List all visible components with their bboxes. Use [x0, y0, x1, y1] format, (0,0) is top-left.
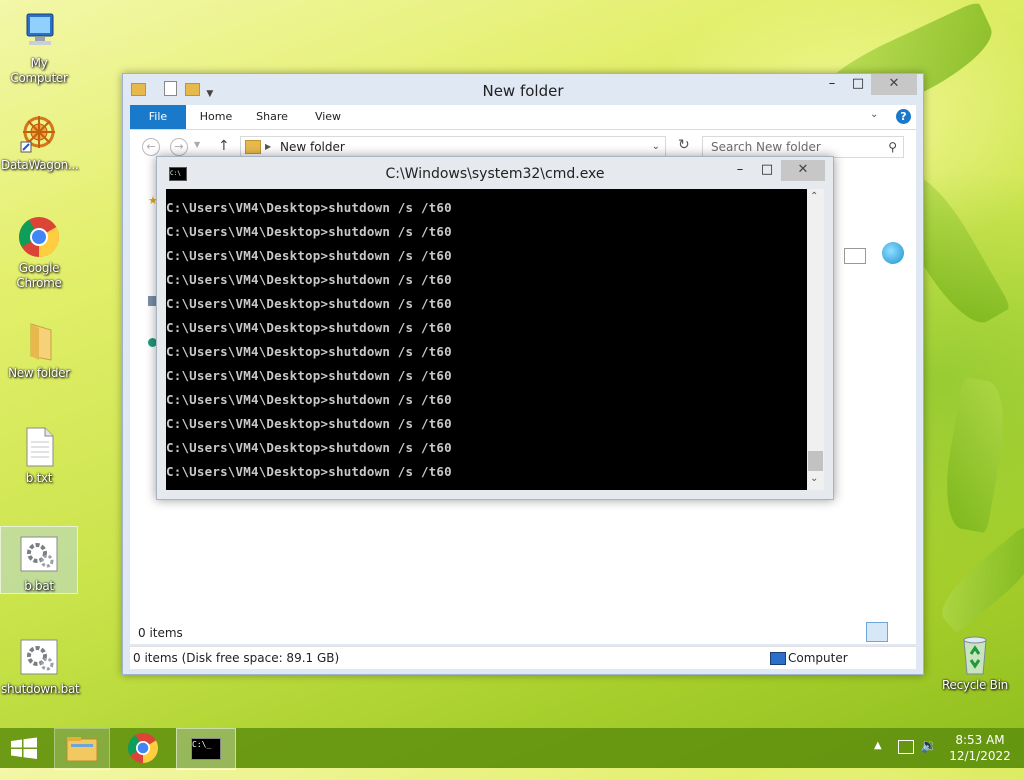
desktop-icon-datawagon[interactable]: DataWagon...	[1, 112, 79, 173]
batch-file-icon	[17, 533, 61, 577]
clock-date: 12/1/2022	[949, 749, 1011, 763]
scroll-down-arrow-icon[interactable]: ⌄	[810, 473, 818, 484]
clock-time: 8:53 AM	[955, 733, 1005, 747]
desktop-icon-google-chrome[interactable]: Google Chrome	[1, 215, 77, 291]
console-line: C:\Users\VM4\Desktop>shutdown /s /t60	[166, 416, 452, 431]
close-button[interactable]: ✕	[871, 74, 917, 95]
folder-icon	[17, 320, 61, 364]
desktop-icon-my-computer[interactable]: My Computer	[1, 10, 77, 86]
desktop-icon-b-txt[interactable]: b.txt	[1, 425, 77, 486]
network-icon[interactable]	[898, 740, 914, 754]
maximize-button[interactable]: □	[754, 160, 780, 181]
start-button[interactable]	[0, 728, 48, 768]
scroll-thumb[interactable]	[808, 451, 823, 471]
search-icon[interactable]: ⚲	[888, 137, 897, 157]
wallpaper-leaf	[937, 376, 1013, 534]
status-location: Computer	[788, 651, 848, 665]
desktop-icon-b-bat[interactable]: b.bat	[0, 526, 78, 594]
explorer-title: New folder	[482, 82, 564, 100]
status-text: 0 items (Disk free space: 89.1 GB)	[133, 651, 340, 665]
taskbar-cmd[interactable]: C:\_	[176, 728, 236, 770]
taskbar-file-explorer[interactable]	[54, 728, 110, 770]
taskbar: C:\_ ▲ 🔉 8:53 AM 12/1/2022	[0, 728, 1024, 770]
items-count: 0 items	[138, 626, 183, 640]
scroll-up-arrow-icon[interactable]: ⌃	[810, 191, 818, 202]
chrome-icon	[17, 215, 61, 259]
recycle-bin-icon	[953, 632, 997, 676]
datawagon-icon	[17, 112, 61, 156]
help-icon[interactable]: ?	[896, 109, 911, 124]
windows-logo-icon	[11, 737, 37, 759]
minimize-button[interactable]: –	[818, 74, 846, 95]
tab-share[interactable]: Share	[250, 105, 294, 129]
console-line: C:\Users\VM4\Desktop>shutdown /s /t60	[166, 200, 452, 215]
breadcrumb-separator-icon: ▶	[265, 142, 272, 151]
recent-locations-icon[interactable]: ▼	[194, 140, 200, 149]
explorer-titlebar[interactable]: ▼ New folder – □ ✕	[123, 74, 923, 105]
console-scrollbar[interactable]: ⌃ ⌄	[807, 189, 824, 490]
network-icon	[148, 296, 156, 306]
console-line: C:\Users\VM4\Desktop>shutdown /s /t60	[166, 272, 452, 287]
text-file-icon	[17, 425, 61, 469]
expand-ribbon-icon[interactable]: ⌄	[870, 109, 878, 120]
desktop-icon-label: DataWagon...	[1, 158, 79, 172]
address-bar[interactable]: ▶ New folder ⌄	[240, 136, 666, 158]
desktop-icon-label: Recycle Bin	[942, 678, 1008, 692]
console-line: C:\Users\VM4\Desktop>shutdown /s /t60	[166, 248, 452, 263]
console-output[interactable]: C:\Users\VM4\Desktop>shutdown /s /t60 C:…	[166, 189, 807, 490]
desktop-icon-label: My Computer	[10, 56, 68, 85]
folder-icon	[245, 140, 261, 154]
console-line: C:\Users\VM4\Desktop>shutdown /s /t60	[166, 440, 452, 455]
minimize-button[interactable]: –	[727, 160, 753, 181]
computer-icon	[770, 652, 786, 665]
forward-button[interactable]: →	[170, 138, 188, 156]
up-button[interactable]: ↑	[218, 138, 230, 154]
status-bar: 0 items (Disk free space: 89.1 GB) Compu…	[130, 646, 916, 669]
console-line: C:\Users\VM4\Desktop>shutdown /s /t60	[166, 320, 452, 335]
chrome-icon	[127, 733, 159, 763]
computer-icon	[17, 10, 61, 54]
cmd-window[interactable]: C:\ C:\Windows\system32\cmd.exe – □ ✕ C:…	[156, 156, 834, 500]
tab-view[interactable]: View	[306, 105, 350, 129]
back-button[interactable]: ←	[142, 138, 160, 156]
ribbon-tabs: File Home Share View ⌄ ?	[130, 105, 916, 130]
show-hidden-icons-button[interactable]: ▲	[874, 740, 882, 780]
search-placeholder: Search New folder	[711, 140, 821, 154]
desktop-icon-label: Google Chrome	[16, 261, 62, 290]
taskbar-chrome[interactable]	[116, 728, 170, 768]
desktop-icon-shutdown-bat[interactable]: shutdown.bat	[1, 636, 80, 697]
details-view-button[interactable]	[866, 622, 888, 642]
wallpaper-leaf	[931, 526, 1024, 634]
preview-pane-icon[interactable]	[844, 248, 866, 264]
console-line: C:\Users\VM4\Desktop>shutdown /s /t60	[166, 464, 452, 479]
console-line: C:\Users\VM4\Desktop>shutdown /s /t60	[166, 224, 452, 239]
file-explorer-icon	[66, 737, 98, 762]
desktop-icon-label: b.txt	[25, 471, 53, 485]
console-line: C:\Users\VM4\Desktop>shutdown /s /t60	[166, 368, 452, 383]
tab-file[interactable]: File	[130, 105, 186, 129]
cmd-icon: C:\_	[191, 738, 221, 760]
refresh-button[interactable]: ↻	[678, 137, 690, 153]
maximize-button[interactable]: □	[845, 74, 871, 95]
tab-home[interactable]: Home	[194, 105, 238, 129]
desktop-icon-label: New folder	[8, 366, 70, 380]
batch-file-icon	[17, 636, 61, 680]
volume-icon[interactable]: 🔉	[920, 738, 937, 778]
breadcrumb[interactable]: New folder	[280, 137, 345, 157]
desktop-icon-label: shutdown.bat	[1, 682, 80, 696]
desktop-icon-new-folder[interactable]: New folder	[1, 320, 77, 381]
large-icons-view-button[interactable]	[890, 622, 908, 640]
console-line: C:\Users\VM4\Desktop>shutdown /s /t60	[166, 296, 452, 311]
clock[interactable]: 8:53 AM 12/1/2022	[940, 732, 1020, 764]
globe-icon	[882, 242, 904, 264]
search-input[interactable]: Search New folder ⚲	[702, 136, 904, 158]
close-button[interactable]: ✕	[781, 160, 825, 181]
console-line: C:\Users\VM4\Desktop>shutdown /s /t60	[166, 344, 452, 359]
cmd-titlebar[interactable]: C:\ C:\Windows\system32\cmd.exe – □ ✕	[157, 157, 833, 189]
desktop-icon-label: b.bat	[24, 579, 54, 593]
desktop-icon-recycle-bin[interactable]: Recycle Bin	[937, 632, 1013, 693]
console-line: C:\Users\VM4\Desktop>shutdown /s /t60	[166, 392, 452, 407]
chevron-down-icon[interactable]: ⌄	[652, 137, 660, 157]
